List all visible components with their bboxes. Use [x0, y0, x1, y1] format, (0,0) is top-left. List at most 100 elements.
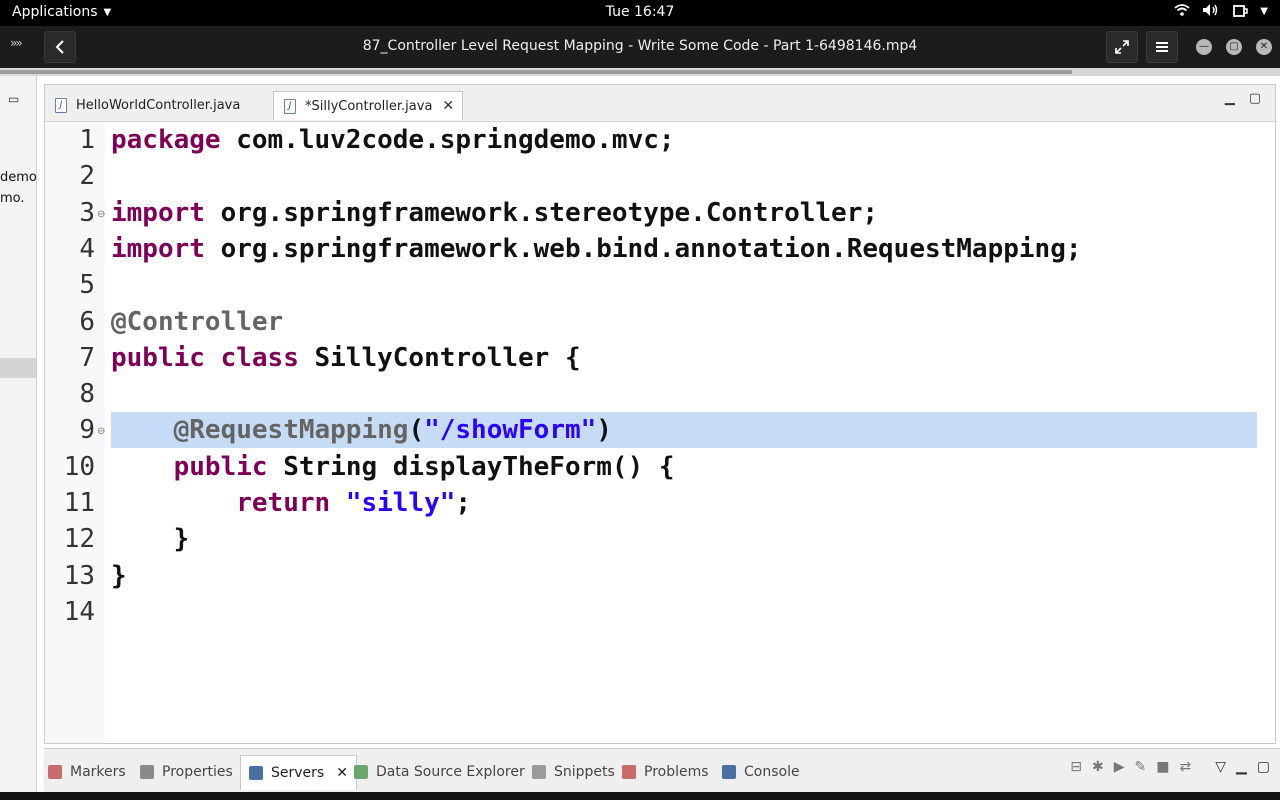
markers-icon: [48, 765, 62, 779]
code-token: (: [408, 415, 425, 446]
code-text: return "silly";: [111, 485, 471, 521]
bottom-tab-servers[interactable]: Servers ✕: [240, 755, 357, 790]
code-token: "silly": [345, 488, 456, 518]
code-line[interactable]: 11 return "silly";: [45, 485, 1257, 521]
code-line[interactable]: 6 @Controller: [45, 304, 1257, 340]
line-number: 11: [63, 488, 95, 518]
window-title: 87_Controller Level Request Mapping - Wr…: [362, 38, 918, 54]
close-tab-icon[interactable]: ✕: [442, 98, 454, 114]
start-server-icon[interactable]: ▶: [1114, 759, 1125, 775]
line-number: 13: [63, 560, 95, 591]
line-number: 2: [79, 161, 95, 192]
line-number: 7: [79, 342, 95, 373]
system-tray[interactable]: ▼: [1174, 3, 1268, 23]
bottom-tab-label: Snippets: [554, 764, 615, 780]
tree-item-fragment[interactable]: demo: [0, 170, 36, 185]
tree-item-fragment[interactable]: mo.: [0, 191, 25, 206]
fold-toggle-icon[interactable]: ⊖: [97, 426, 105, 437]
minimize-button[interactable]: —: [1196, 39, 1212, 55]
code-token: package: [111, 125, 221, 155]
bottom-tab-data-source-explorer[interactable]: Data Source Explorer: [354, 755, 525, 789]
code-token: ;: [455, 488, 472, 518]
power-icon[interactable]: [1232, 3, 1249, 23]
bottom-tab-snippets[interactable]: Snippets: [532, 755, 615, 789]
code-token: import: [111, 233, 205, 264]
stop-icon[interactable]: ■: [1156, 759, 1169, 775]
code-token: com.luv2code.springdemo.mvc;: [220, 125, 675, 155]
properties-icon: [140, 765, 154, 779]
bottom-tab-markers[interactable]: Markers: [48, 755, 126, 789]
view-menu-icon[interactable]: ▽: [1215, 759, 1226, 775]
line-number: 3: [79, 197, 95, 228]
fullscreen-button[interactable]: [1106, 31, 1138, 63]
maximize-icon[interactable]: ▢: [1249, 91, 1261, 106]
maximize-icon[interactable]: ▢: [1257, 759, 1270, 775]
code-token: String displayTheForm() {: [267, 451, 675, 482]
bottom-tab-properties[interactable]: Properties: [140, 755, 233, 789]
tree-selection[interactable]: [0, 358, 36, 378]
code-line[interactable]: 13}: [45, 558, 1257, 594]
code-token: org.springframework.stereotype.Controlle…: [204, 197, 879, 228]
bottom-panel: Markers Properties Servers ✕ Data Source Exp…: [44, 748, 1280, 793]
code-token: public: [111, 342, 205, 373]
code-line[interactable]: 4 import org.springframework.web.bind.ann…: [45, 231, 1257, 267]
fold-toggle-icon[interactable]: ⊖: [97, 209, 105, 220]
line-number: 10: [63, 451, 95, 482]
publish-icon[interactable]: ⇄: [1179, 759, 1191, 775]
minimize-icon[interactable]: ▁: [1225, 91, 1235, 106]
code-token: @RequestMapping: [173, 415, 409, 446]
code-line[interactable]: 12 }: [45, 521, 1257, 557]
bottom-tab-label: Properties: [162, 764, 233, 780]
code-line[interactable]: 2: [45, 158, 1257, 194]
profile-icon[interactable]: ✎: [1135, 759, 1147, 775]
restore-icon[interactable]: ▭: [8, 92, 19, 106]
code-token: org.springframework.web.bind.annotation.…: [204, 233, 1082, 264]
code-line[interactable]: 10 public String displayTheForm() {: [45, 449, 1257, 485]
code-text: @RequestMapping("/showForm"): [111, 412, 612, 448]
toolbar-scroll[interactable]: [0, 70, 1072, 74]
code-line[interactable]: 7 public class SillyController {: [45, 340, 1257, 376]
close-tab-icon[interactable]: ✕: [336, 765, 348, 781]
collapse-all-icon[interactable]: ⊟: [1070, 759, 1082, 775]
code-line[interactable]: 5: [45, 267, 1257, 303]
tray-chevron-down-icon[interactable]: ▼: [1260, 3, 1268, 23]
code-line[interactable]: 14: [45, 594, 1257, 630]
code-text: }: [111, 558, 127, 594]
menu-button[interactable]: [1146, 31, 1178, 63]
line-number: 1: [79, 125, 95, 155]
java-file-icon: J: [284, 98, 296, 114]
close-button[interactable]: ✕: [1256, 39, 1272, 55]
line-number: 4: [79, 233, 95, 264]
tab-silly-controller[interactable]: J *SillyController.java ✕: [273, 91, 463, 120]
debug-icon[interactable]: ✱: [1092, 759, 1104, 775]
line-number: 5: [79, 270, 95, 301]
maximize-button[interactable]: ▢: [1226, 39, 1242, 55]
bottom-tab-label: Console: [744, 764, 800, 780]
minimize-icon[interactable]: ▁: [1236, 759, 1247, 775]
servers-icon: [249, 766, 263, 780]
code-token: }: [111, 560, 127, 591]
code-line[interactable]: 1 package com.luv2code.springdemo.mvc;: [45, 122, 1257, 158]
wifi-icon[interactable]: [1174, 3, 1190, 23]
code-text: package com.luv2code.springdemo.mvc;: [111, 122, 675, 158]
problems-icon: [622, 765, 636, 779]
bottom-tab-console[interactable]: Console: [722, 755, 800, 789]
code-line[interactable]: 8: [45, 376, 1257, 412]
code-line[interactable]: 3 ⊖ import org.springframework.stereotype.…: [45, 195, 1257, 231]
clock[interactable]: Tue 16:47: [0, 4, 1280, 20]
bottom-tab-label: Markers: [70, 764, 126, 780]
code-token: public: [173, 451, 268, 482]
line-number: 6: [79, 306, 95, 337]
tab-hello-world-controller[interactable]: J HelloWorldController.java: [45, 91, 271, 120]
system-top-bar: Applications ▼ Tue 16:47 ▼: [0, 0, 1280, 26]
code-line[interactable]: 9 ⊖ @RequestMapping("/showForm"): [45, 412, 1257, 449]
hamburger-icon: [1156, 42, 1168, 52]
volume-icon[interactable]: [1202, 3, 1220, 23]
code-token: SillyController {: [298, 342, 581, 373]
bottom-tab-problems[interactable]: Problems: [622, 755, 709, 789]
code-token: ): [596, 415, 612, 446]
